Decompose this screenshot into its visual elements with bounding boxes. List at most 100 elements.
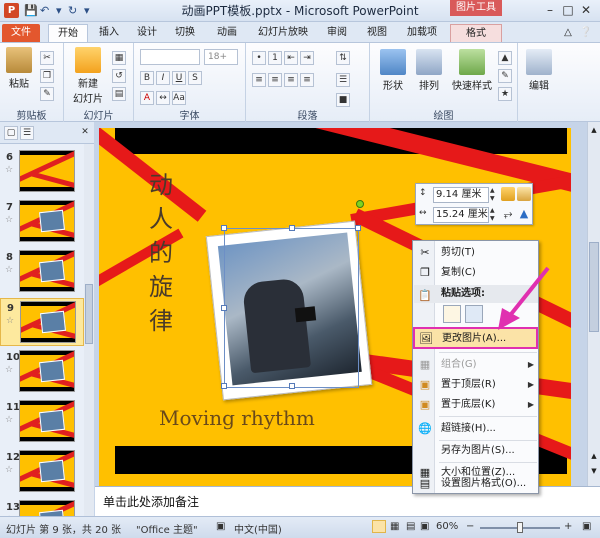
- decrease-indent-icon[interactable]: ⇤: [284, 51, 298, 65]
- format-painter-icon[interactable]: ✎: [40, 87, 54, 101]
- bold-icon[interactable]: B: [140, 71, 154, 85]
- slide-thumbnail-12[interactable]: 12 ☆: [0, 448, 84, 496]
- shapes-button[interactable]: 形状: [378, 49, 408, 92]
- menu-item-format-picture[interactable]: ▤ 设置图片格式(O)...: [414, 474, 538, 494]
- menu-item-group[interactable]: ▦ 组合(G) ▶: [414, 355, 538, 375]
- arrange-button[interactable]: 排列: [414, 49, 444, 92]
- prev-slide-icon[interactable]: ▲: [589, 452, 599, 462]
- zoom-in-icon[interactable]: +: [564, 521, 572, 532]
- zoom-out-icon[interactable]: −: [466, 521, 474, 532]
- tab-review[interactable]: 审阅: [322, 24, 352, 42]
- smartart-icon[interactable]: ■: [336, 93, 350, 107]
- bring-forward-icon[interactable]: [501, 187, 515, 201]
- menu-item-hyperlink[interactable]: 🌐 超链接(H)...: [414, 419, 538, 439]
- resize-handle[interactable]: [221, 305, 227, 311]
- help-icon[interactable]: ❔: [578, 24, 594, 42]
- tab-slideshow[interactable]: 幻灯片放映: [254, 24, 312, 42]
- slide-scrollbar[interactable]: ▲ ▲ ▼: [587, 122, 600, 486]
- tab-design[interactable]: 设计: [132, 24, 162, 42]
- outline-tab-icon[interactable]: ☰: [20, 126, 34, 140]
- shape-effects-icon[interactable]: ★: [498, 87, 512, 101]
- resize-handle[interactable]: [289, 383, 295, 389]
- picture-selection-box[interactable]: [221, 225, 361, 389]
- shape-fill-icon[interactable]: ▲: [498, 51, 512, 65]
- underline-icon[interactable]: U: [172, 71, 186, 85]
- resize-handle[interactable]: [221, 225, 227, 231]
- language-indicator[interactable]: 中文(中国): [234, 521, 282, 536]
- font-size-combo[interactable]: 18+: [204, 49, 238, 65]
- height-input[interactable]: 9.14 厘米: [433, 187, 489, 203]
- minimize-icon[interactable]: –: [542, 2, 558, 18]
- align-center-icon[interactable]: ≡: [268, 73, 282, 87]
- slide-thumbnail-10[interactable]: 10 ☆: [0, 348, 84, 396]
- normal-view-icon[interactable]: [372, 520, 386, 533]
- vertical-title[interactable]: 动 人 的 旋 律: [149, 168, 179, 338]
- menu-item-cut[interactable]: ✂ 剪切(T): [414, 243, 538, 263]
- font-color-icon[interactable]: A: [140, 91, 154, 105]
- menu-item-save-as-picture[interactable]: 另存为图片(S)...: [414, 441, 538, 461]
- align-text-icon[interactable]: ☰: [336, 73, 350, 87]
- font-name-combo[interactable]: [140, 49, 200, 65]
- tab-file[interactable]: 文件: [2, 24, 40, 42]
- next-slide-icon[interactable]: ▼: [589, 467, 599, 477]
- scroll-thumb[interactable]: [589, 242, 599, 332]
- slide-thumbnail-9[interactable]: 9 ☆: [0, 298, 84, 346]
- zoom-level[interactable]: 60%: [436, 521, 458, 532]
- picture-style-icon[interactable]: ▲: [517, 207, 531, 221]
- paste-option-icon[interactable]: [443, 305, 461, 323]
- slides-tab-icon[interactable]: ▢: [4, 126, 18, 140]
- height-spinner[interactable]: ▲ ▼: [490, 187, 498, 203]
- layout-icon[interactable]: ▦: [112, 51, 126, 65]
- copy-icon[interactable]: ❐: [40, 69, 54, 83]
- reset-icon[interactable]: ↺: [112, 69, 126, 83]
- align-right-icon[interactable]: ≡: [284, 73, 298, 87]
- slide-thumbnail-7[interactable]: 7 ☆: [0, 198, 84, 246]
- bullets-icon[interactable]: •: [252, 51, 266, 65]
- section-icon[interactable]: ▤: [112, 87, 126, 101]
- menu-item-bring-front[interactable]: ▣ 置于顶层(R) ▶: [414, 375, 538, 395]
- menu-item-change-picture[interactable]: 🖼 更改图片(A)...: [413, 327, 538, 349]
- scroll-up-icon[interactable]: ▲: [589, 126, 599, 136]
- rotation-handle[interactable]: [356, 200, 364, 208]
- cut-icon[interactable]: ✂: [40, 51, 54, 65]
- close-icon[interactable]: ✕: [578, 2, 594, 18]
- spellcheck-icon[interactable]: ▣: [216, 521, 225, 532]
- justify-icon[interactable]: ≡: [300, 73, 314, 87]
- slide-thumbnail-11[interactable]: 11 ☆: [0, 398, 84, 446]
- menu-item-send-back[interactable]: ▣ 置于底层(K) ▶: [414, 395, 538, 415]
- char-spacing-icon[interactable]: ↔: [156, 91, 170, 105]
- thumbnail-scrollbar[interactable]: [84, 144, 94, 516]
- reading-view-icon[interactable]: ▤: [406, 521, 415, 532]
- tab-insert[interactable]: 插入: [94, 24, 124, 42]
- increase-indent-icon[interactable]: ⇥: [300, 51, 314, 65]
- width-input[interactable]: 15.24 厘米: [433, 207, 489, 223]
- new-slide-button[interactable]: 新建 幻灯片: [68, 47, 108, 105]
- tab-animations[interactable]: 动画: [212, 24, 242, 42]
- edit-button[interactable]: 编辑: [524, 49, 554, 92]
- width-spinner[interactable]: ▲ ▼: [490, 207, 498, 223]
- slide-thumbnail-6[interactable]: 6 ☆: [0, 148, 84, 196]
- tab-transitions[interactable]: 切换: [170, 24, 200, 42]
- slide-sorter-icon[interactable]: ▦: [390, 521, 399, 532]
- italic-icon[interactable]: I: [156, 71, 170, 85]
- slide-thumbnail-8[interactable]: 8 ☆: [0, 248, 84, 296]
- resize-handle[interactable]: [289, 225, 295, 231]
- tab-addins[interactable]: 加载项: [402, 24, 442, 42]
- close-pane-icon[interactable]: ✕: [78, 126, 92, 140]
- shape-outline-icon[interactable]: ✎: [498, 69, 512, 83]
- send-backward-icon[interactable]: [517, 187, 531, 201]
- resize-handle[interactable]: [221, 383, 227, 389]
- maximize-icon[interactable]: □: [560, 2, 576, 18]
- tab-home[interactable]: 开始: [48, 24, 88, 42]
- paste-button[interactable]: 粘贴: [4, 47, 34, 90]
- resize-handle[interactable]: [355, 225, 361, 231]
- scroll-thumb[interactable]: [85, 284, 93, 344]
- english-subtitle[interactable]: Moving rhythm: [159, 406, 315, 430]
- text-direction-icon[interactable]: ⇅: [336, 51, 350, 65]
- fit-to-window-icon[interactable]: ▣: [582, 521, 591, 532]
- menu-item-copy[interactable]: ❐ 复制(C): [414, 263, 538, 283]
- align-left-icon[interactable]: ≡: [252, 73, 266, 87]
- quick-styles-button[interactable]: 快速样式: [450, 49, 494, 92]
- slideshow-icon[interactable]: ▣: [420, 521, 429, 532]
- crop-icon[interactable]: ⥅: [501, 207, 515, 221]
